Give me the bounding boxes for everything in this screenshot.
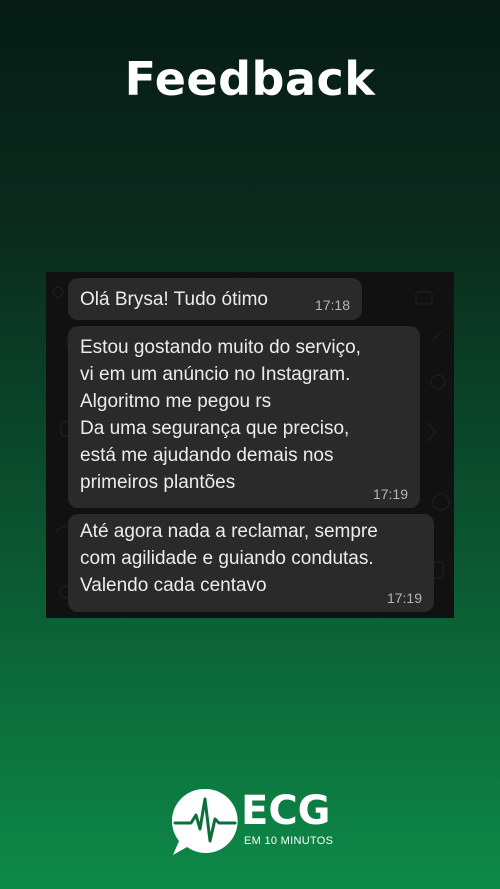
message-text: Até agora nada a reclamar, sempre com ag… [80, 521, 378, 596]
chat-screenshot: Olá Brysa! Tudo ótimo 17:18 Estou gostan… [46, 272, 454, 618]
chat-message: Estou gostando muito do serviço, vi em u… [68, 326, 420, 508]
brand-name: ECG [241, 788, 331, 834]
page-title: Feedback [124, 52, 376, 106]
brand-logo: ECG EM 10 MINUTOS [169, 785, 339, 860]
brand-tagline: EM 10 MINUTOS [244, 835, 334, 847]
message-time: 17:18 [314, 297, 350, 313]
message-time: 17:19 [386, 590, 422, 606]
chat-message: Até agora nada a reclamar, sempre com ag… [68, 514, 434, 612]
message-time: 17:19 [372, 486, 408, 502]
message-text: Estou gostando muito do serviço, vi em u… [80, 337, 361, 493]
chat-message: Olá Brysa! Tudo ótimo 17:18 [68, 278, 362, 320]
heartbeat-speech-bubble-icon [171, 788, 238, 855]
message-text: Olá Brysa! Tudo ótimo [80, 289, 268, 310]
